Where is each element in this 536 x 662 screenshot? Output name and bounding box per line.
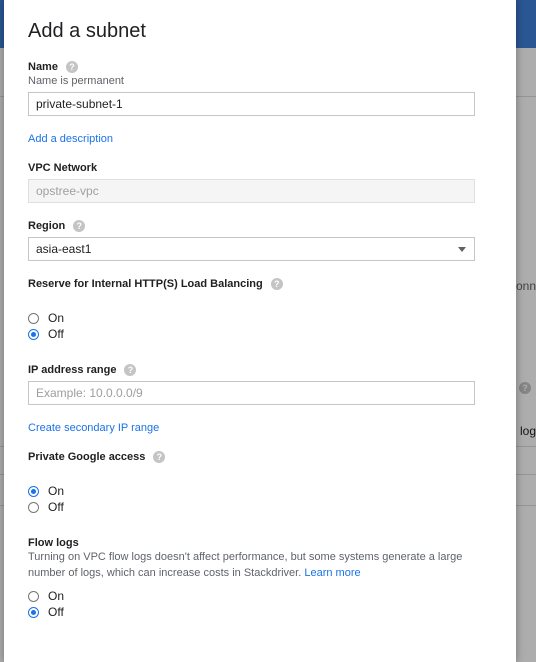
radio-button[interactable] [28,328,39,340]
region-label-text: Region [28,220,66,232]
dropdown-caret-icon [458,247,466,252]
add-subnet-dialog: Add a subnet Name ? Name is permanent Ad… [4,0,516,662]
radio-label: Off [48,327,64,341]
radio-label: On [48,589,65,603]
radio-label: Off [48,605,64,619]
ip-range-label-text: IP address range [28,364,117,376]
help-icon[interactable]: ? [153,451,166,463]
flow-logs-label-text: Flow logs [28,537,79,549]
help-icon[interactable]: ? [270,278,283,290]
flow-logs-label: Flow logs [28,537,79,549]
radio-button[interactable] [28,501,39,513]
reserve-lb-off-option[interactable]: Off [28,327,64,341]
radio-label: On [48,311,65,325]
radio-button[interactable] [28,485,39,497]
help-icon[interactable]: ? [65,61,78,73]
reserve-lb-label-text: Reserve for Internal HTTP(S) Load Balanc… [28,278,263,290]
vpc-network-label-text: VPC Network [28,162,98,174]
name-label-text: Name [28,61,58,73]
private-google-access-on-option[interactable]: On [28,484,64,498]
help-icon[interactable]: ? [73,220,86,232]
create-secondary-ip-link[interactable]: Create secondary IP range [28,422,159,434]
name-input[interactable] [28,92,475,116]
private-google-access-off-option[interactable]: Off [28,500,64,514]
radio-button[interactable] [28,312,39,324]
radio-label: Off [48,500,64,514]
vpc-network-field [28,179,475,203]
name-label: Name ? [28,61,78,73]
help-icon[interactable]: ? [124,364,137,376]
region-selected-value: asia-east1 [36,242,92,256]
vpc-network-label: VPC Network [28,162,97,174]
reserve-lb-label: Reserve for Internal HTTP(S) Load Balanc… [28,278,283,290]
flow-logs-description: Turning on VPC flow logs doesn't affect … [28,549,468,581]
private-google-access-label: Private Google access ? [28,451,166,463]
radio-button[interactable] [28,590,39,602]
flow-logs-on-option[interactable]: On [28,589,64,603]
region-label: Region ? [28,220,86,232]
radio-label: On [48,484,65,498]
dialog-title: Add a subnet [28,20,146,42]
flow-logs-description-text: Turning on VPC flow logs doesn't affect … [28,551,463,579]
name-hint: Name is permanent [28,75,124,87]
learn-more-link[interactable]: Learn more [304,567,360,579]
ip-range-label: IP address range ? [28,364,137,376]
region-select[interactable]: asia-east1 [28,237,475,261]
flow-logs-off-option[interactable]: Off [28,605,64,619]
radio-button[interactable] [28,606,39,618]
private-google-access-label-text: Private Google access [28,451,146,463]
reserve-lb-on-option[interactable]: On [28,311,64,325]
ip-range-input[interactable] [28,381,475,405]
add-description-link[interactable]: Add a description [28,133,113,145]
